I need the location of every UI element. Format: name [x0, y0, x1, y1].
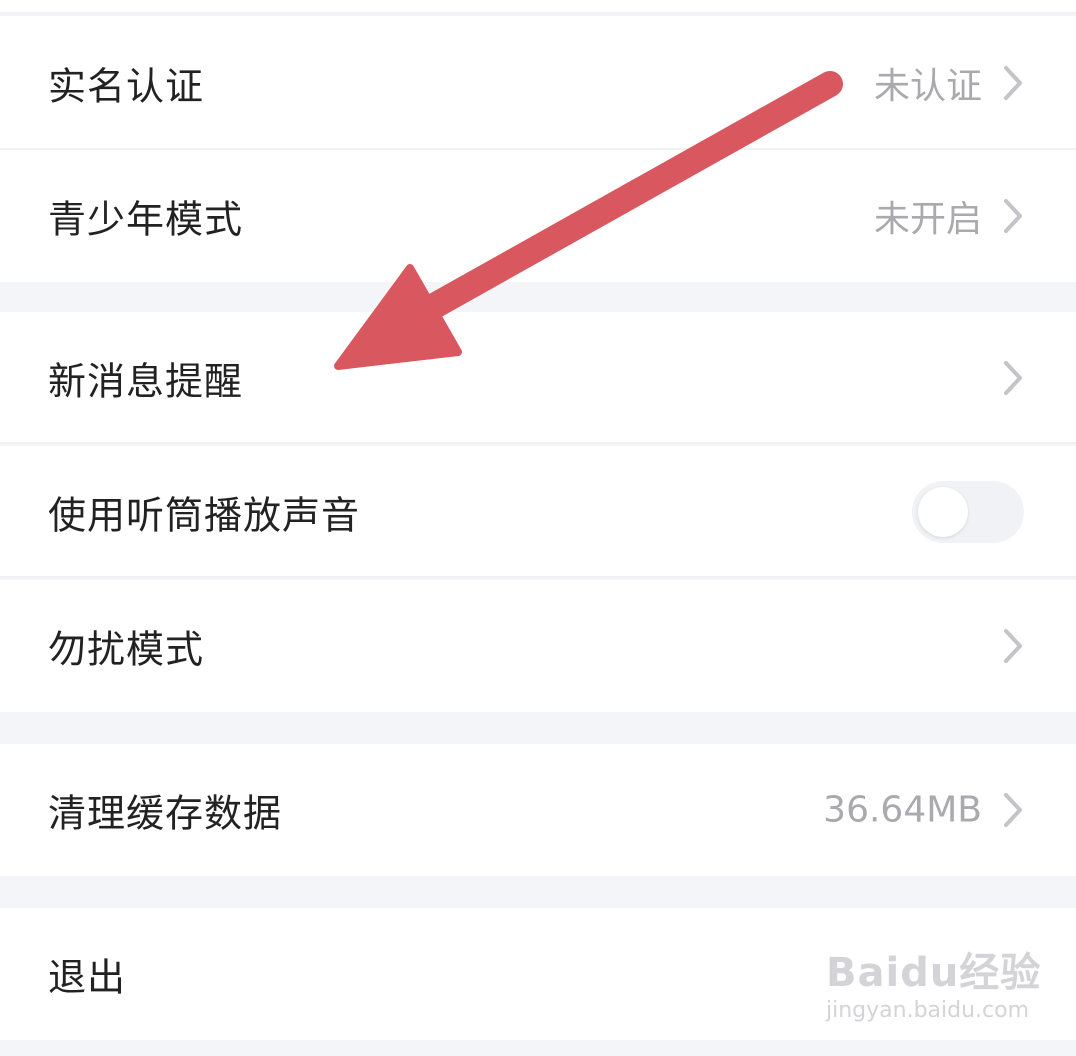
settings-row-teen-mode[interactable]: 青少年模式 未开启 — [0, 150, 1076, 282]
teen-mode-label: 青少年模式 — [48, 197, 244, 242]
settings-row-clear-cache[interactable]: 清理缓存数据 36.64MB — [0, 744, 1076, 876]
settings-row-do-not-disturb[interactable]: 勿扰模式 — [0, 580, 1076, 712]
settings-row-new-message-alerts[interactable]: 新消息提醒 — [0, 312, 1076, 444]
cache-size: 36.64MB — [823, 789, 982, 831]
chevron-right-icon — [1004, 629, 1022, 663]
chevron-right-icon — [1004, 793, 1022, 827]
baidu-watermark: Baidu经验 jingyan.baidu.com — [826, 940, 1040, 1040]
chevron-right-icon — [1004, 199, 1022, 233]
chevron-right-icon — [1004, 361, 1022, 395]
chevron-right-icon — [1004, 66, 1022, 100]
previous-row-edge — [0, 0, 1076, 14]
real-name-status: 未认证 — [873, 66, 982, 107]
divider — [0, 442, 1076, 444]
logout-label: 退出 — [48, 955, 127, 1000]
settings-row-real-name-verification[interactable]: 实名认证 未认证 — [0, 16, 1076, 150]
teen-mode-status: 未开启 — [873, 199, 982, 240]
new-message-alerts-label: 新消息提醒 — [48, 359, 244, 404]
earpiece-playback-label: 使用听筒播放声音 — [48, 493, 361, 538]
toggle-knob — [918, 487, 968, 537]
earpiece-playback-toggle[interactable] — [912, 481, 1024, 543]
do-not-disturb-label: 勿扰模式 — [48, 627, 205, 672]
watermark-url: jingyan.baidu.com — [826, 998, 1030, 1023]
divider — [0, 12, 1076, 14]
real-name-label: 实名认证 — [48, 64, 205, 109]
watermark-brand: Baidu经验 — [826, 950, 1042, 996]
divider — [0, 576, 1076, 578]
clear-cache-label: 清理缓存数据 — [48, 791, 283, 836]
settings-row-earpiece-playback: 使用听筒播放声音 — [0, 446, 1076, 578]
